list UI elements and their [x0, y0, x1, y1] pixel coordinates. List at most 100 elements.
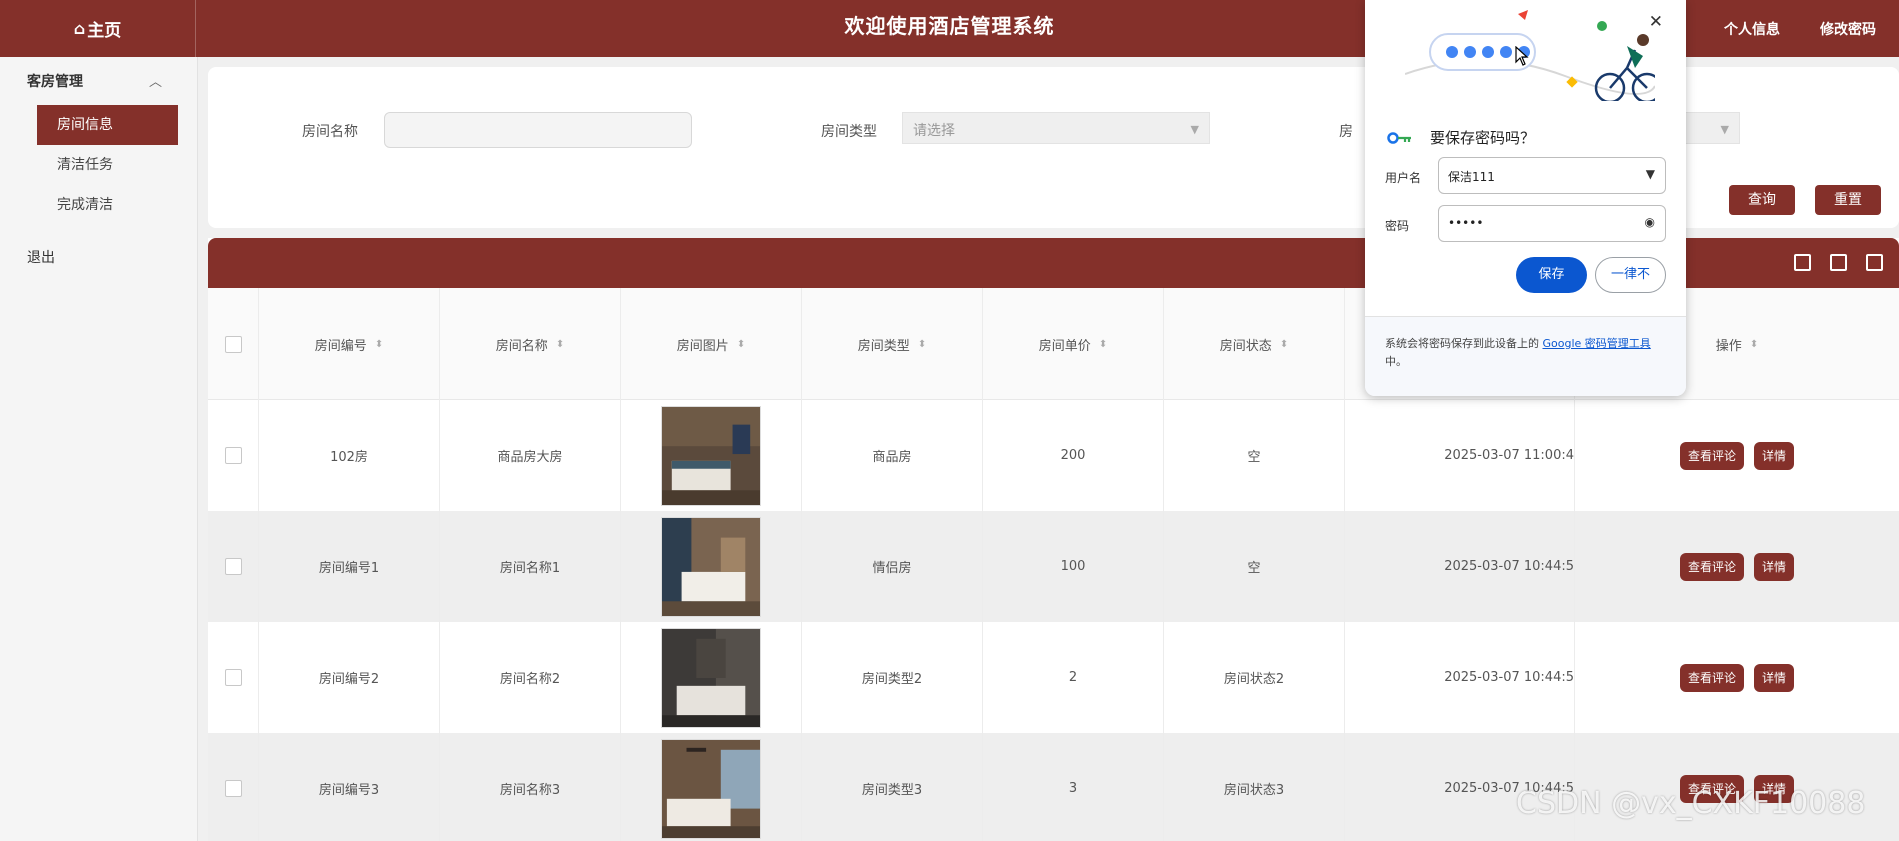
sort-icon[interactable]: ⬍ — [1750, 339, 1758, 350]
cell-time: 2025-03-07 11:00:4 — [1345, 400, 1575, 511]
row-checkbox[interactable] — [224, 780, 242, 797]
room-photo[interactable] — [661, 516, 761, 617]
username-label: 用户名 — [1385, 171, 1422, 185]
view-reviews-button[interactable]: 查看评论 — [1679, 663, 1744, 692]
cell-actions: 查看评论 详情 — [1575, 400, 1899, 511]
password-value: ••••• — [1448, 216, 1484, 230]
header-room-number[interactable]: 房间编号 ⬍ — [259, 288, 440, 400]
cell-room-price: 3 — [983, 733, 1164, 841]
cell-room-name: 商品房大房 — [440, 400, 621, 511]
cell-room-name: 房间名称2 — [440, 622, 621, 733]
row-select-cell — [208, 511, 259, 622]
room-photo[interactable] — [661, 738, 761, 839]
table-row: 房间编号1 房间名称1 情侣房 100 空 2025-03-07 10:44:5… — [208, 511, 1899, 622]
sort-icon[interactable]: ⬍ — [737, 339, 745, 350]
username-field[interactable]: 保洁111 ▼ — [1438, 157, 1666, 194]
cell-time: 2025-03-07 10:44:5 — [1345, 622, 1575, 733]
sort-icon[interactable]: ⬍ — [375, 339, 383, 350]
password-manager-link[interactable]: Google 密码管理工具 — [1543, 337, 1651, 350]
sidebar-group-room-management[interactable]: 客房管理 — [27, 71, 83, 91]
footer-end: 中。 — [1385, 355, 1407, 368]
row-checkbox[interactable] — [224, 669, 242, 686]
dropdown-arrow-icon[interactable]: ▼ — [1646, 167, 1655, 181]
header-label: 房间单价 — [1038, 338, 1091, 354]
cell-room-type: 情侣房 — [802, 511, 983, 622]
dialog-footer: 系统会将密码保存到此设备上的 Google 密码管理工具中。 — [1365, 316, 1686, 396]
room-type-select[interactable]: 请选择 ▼ — [902, 112, 1210, 144]
cell-room-number: 房间编号1 — [259, 511, 440, 622]
chevron-down-icon: ▼ — [1190, 123, 1199, 136]
detail-button[interactable]: 详情 — [1754, 663, 1795, 692]
profile-link[interactable]: 个人信息 — [1724, 19, 1780, 39]
view-reviews-button[interactable]: 查看评论 — [1679, 552, 1744, 581]
room-status-select[interactable]: ▼ — [1678, 112, 1740, 144]
row-select-cell — [208, 733, 259, 841]
sidebar-item-cleaning-done[interactable]: 完成清洁 — [37, 185, 178, 225]
room-type-label: 房间类型 — [821, 124, 877, 140]
sort-icon[interactable]: ⬍ — [556, 339, 564, 350]
header-label: 房间名称 — [495, 338, 548, 354]
dialog-title: 要保存密码吗？ — [1430, 129, 1536, 147]
cell-room-status: 空 — [1164, 511, 1345, 622]
room-name-input[interactable] — [384, 112, 692, 148]
table-row: 102房 商品房大房 商品房 200 空 2025-03-07 11:00:4 … — [208, 400, 1899, 511]
cell-room-name: 房间名称3 — [440, 733, 621, 841]
row-select-cell — [208, 400, 259, 511]
change-password-link[interactable]: 修改密码 — [1820, 19, 1876, 39]
room-photo[interactable] — [661, 405, 761, 506]
print-icon[interactable] — [1866, 254, 1883, 271]
query-button[interactable]: 查询 — [1729, 185, 1795, 215]
row-select-cell — [208, 622, 259, 733]
sort-icon[interactable]: ⬍ — [1280, 339, 1288, 350]
sidebar-item-exit[interactable]: 退出 — [27, 247, 55, 267]
detail-button[interactable]: 详情 — [1754, 441, 1795, 470]
cell-room-price: 200 — [983, 400, 1164, 511]
cell-room-price: 100 — [983, 511, 1164, 622]
detail-button[interactable]: 详情 — [1754, 552, 1795, 581]
cell-room-status: 房间状态2 — [1164, 622, 1345, 733]
header-room-name[interactable]: 房间名称 ⬍ — [440, 288, 621, 400]
cell-room-image — [621, 622, 802, 733]
cell-room-price: 2 — [983, 622, 1164, 733]
table-row: 房间编号2 房间名称2 房间类型2 2 房间状态2 2025-03-07 10:… — [208, 622, 1899, 733]
header-room-type[interactable]: 房间类型 ⬍ — [802, 288, 983, 400]
never-save-button[interactable]: 一律不 — [1595, 257, 1666, 293]
select-all-checkbox[interactable] — [224, 335, 242, 353]
sidebar-item-room-info[interactable]: 房间信息 — [37, 105, 178, 145]
row-checkbox[interactable] — [224, 447, 242, 464]
header-label: 房间类型 — [857, 338, 910, 354]
header-label: 房间状态 — [1219, 338, 1272, 354]
sidebar: 客房管理 ︿ 房间信息 清洁任务 完成清洁 退出 — [0, 57, 198, 841]
cell-room-name: 房间名称1 — [440, 511, 621, 622]
cell-room-type: 房间类型2 — [802, 622, 983, 733]
room-status-label: 房 — [1339, 124, 1353, 140]
cell-room-number: 102房 — [259, 400, 440, 511]
cell-room-number: 房间编号2 — [259, 622, 440, 733]
sort-icon[interactable]: ⬍ — [918, 339, 926, 350]
cell-room-status: 空 — [1164, 400, 1345, 511]
cell-room-image — [621, 733, 802, 841]
view-reviews-button[interactable]: 查看评论 — [1679, 441, 1744, 470]
cell-room-image — [621, 511, 802, 622]
header-label: 房间编号 — [314, 338, 367, 354]
footer-text: 系统会将密码保存到此设备上的 — [1385, 337, 1539, 350]
chevron-up-icon[interactable]: ︿ — [149, 71, 162, 90]
reset-button[interactable]: 重置 — [1815, 185, 1881, 215]
select-all-cell — [208, 288, 259, 400]
header-room-price[interactable]: 房间单价 ⬍ — [983, 288, 1164, 400]
header-room-image[interactable]: 房间图片 ⬍ — [621, 288, 802, 400]
header-label: 操作 — [1715, 338, 1742, 354]
cell-room-type: 房间类型3 — [802, 733, 983, 841]
columns-icon[interactable] — [1794, 254, 1811, 271]
room-photo[interactable] — [661, 627, 761, 728]
sidebar-item-cleaning-tasks[interactable]: 清洁任务 — [37, 145, 178, 185]
header-room-status[interactable]: 房间状态 ⬍ — [1164, 288, 1345, 400]
cell-room-image — [621, 400, 802, 511]
row-checkbox[interactable] — [224, 558, 242, 575]
sort-icon[interactable]: ⬍ — [1099, 339, 1107, 350]
eye-icon[interactable]: ◉ — [1645, 215, 1655, 229]
export-icon[interactable] — [1830, 254, 1847, 271]
password-field[interactable]: ••••• ◉ — [1438, 205, 1666, 242]
save-password-button[interactable]: 保存 — [1516, 257, 1587, 293]
close-icon[interactable]: ✕ — [1649, 12, 1663, 32]
